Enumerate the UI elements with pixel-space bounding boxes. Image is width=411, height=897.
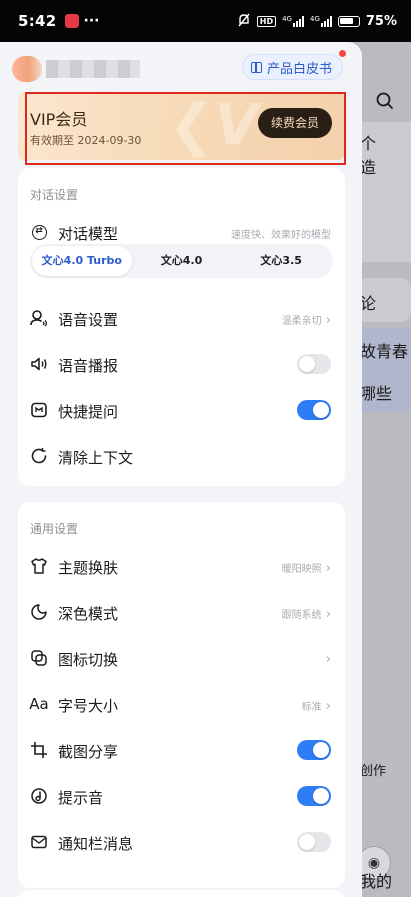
quick-question-toggle[interactable] — [297, 400, 331, 420]
app-icon-switch-icon — [30, 649, 48, 667]
model-selector: 文心4.0 Turbo 文心4.0 文心3.5 — [30, 244, 333, 278]
dark-mode-row[interactable]: 深色模式 跟随系统 — [18, 590, 345, 636]
voice-person-icon — [30, 309, 48, 327]
sound-icon — [30, 787, 48, 805]
row-value: 暖阳映照 — [282, 560, 331, 576]
mute-icon — [237, 13, 251, 30]
model-icon: ⇄ — [30, 223, 48, 241]
row-value: 跟随系统 — [282, 606, 331, 622]
row-value: 温柔亲切 — [282, 312, 331, 328]
row-label: 清除上下文 — [58, 449, 134, 467]
more-notifications-icon: ··· — [83, 13, 100, 29]
refresh-icon — [30, 447, 48, 465]
row-label: 语音设置 — [58, 311, 119, 329]
status-time: 5:42 — [18, 12, 57, 30]
model-option-4-0[interactable]: 文心4.0 — [132, 246, 232, 276]
signal-icon-1: 4G — [282, 15, 304, 27]
app-notification-icon — [64, 14, 79, 28]
hd-badge: HD — [256, 15, 277, 27]
next-section — [18, 890, 345, 897]
signal-icon-2: 4G — [310, 15, 332, 27]
profile-row[interactable]: 产品白皮书 — [0, 42, 362, 96]
voice-settings-row[interactable]: 语音设置 温柔亲切 — [18, 296, 345, 342]
battery-icon — [337, 15, 360, 27]
background-text: 论 — [360, 294, 377, 313]
row-label: 深色模式 — [58, 605, 119, 623]
model-option-turbo[interactable]: 文心4.0 Turbo — [32, 246, 132, 276]
screenshot-share-row: 截图分享 — [18, 728, 345, 774]
voice-broadcast-row: 语音播报 — [18, 342, 345, 388]
status-bar: 5:42 ··· HD 4G 4G 75% — [0, 0, 411, 42]
avatar[interactable] — [12, 56, 42, 82]
row-label: 快捷提问 — [58, 403, 119, 421]
section-title: 对话设置 — [30, 188, 79, 202]
background-text: 哪些 — [360, 384, 393, 403]
crop-icon — [30, 741, 48, 759]
status-indicators: HD 4G 4G 75% — [237, 13, 397, 30]
username-redacted — [46, 60, 140, 78]
notification-dot — [339, 50, 346, 57]
notification-bar-toggle[interactable] — [297, 832, 331, 852]
search-icon[interactable] — [376, 92, 394, 115]
notification-sound-toggle[interactable] — [297, 786, 331, 806]
quick-question-row: 快捷提问 — [18, 388, 345, 434]
row-label: 图标切换 — [58, 651, 119, 669]
model-option-3-5[interactable]: 文心3.5 — [231, 246, 331, 276]
chevron-right-icon — [326, 652, 331, 667]
row-description: 速度快、效果好的模型 — [231, 230, 331, 241]
notification-sound-row: 提示音 — [18, 774, 345, 820]
screenshot-share-toggle[interactable] — [297, 740, 331, 760]
background-text: 造 — [360, 158, 377, 177]
highlight-box — [25, 92, 346, 165]
dialog-settings-section: 对话设置 ⇄ 对话模型 速度快、效果好的模型 文心4.0 Turbo 文心4.0… — [18, 168, 345, 486]
mail-icon — [30, 833, 48, 851]
row-label: 主题换肤 — [58, 559, 119, 577]
section-title: 通用设置 — [30, 522, 79, 536]
notification-bar-row: 通知栏消息 — [18, 820, 345, 866]
font-size-icon: Aa — [29, 695, 49, 713]
row-label: 截图分享 — [58, 743, 119, 761]
row-label: 通知栏消息 — [58, 835, 134, 853]
background-text: 故青春 — [360, 342, 409, 361]
row-value: 标准 — [302, 698, 331, 714]
shirt-icon — [30, 557, 48, 575]
row-label: 对话模型 — [58, 225, 119, 243]
whitepaper-label: 产品白皮书 — [267, 61, 333, 77]
theme-row[interactable]: 主题换肤 暖阳映照 — [18, 544, 345, 590]
whitepaper-button[interactable]: 产品白皮书 — [242, 54, 344, 80]
book-icon — [251, 61, 262, 73]
quick-question-icon — [30, 401, 48, 419]
clear-context-row[interactable]: 清除上下文 — [18, 434, 345, 480]
row-label: 语音播报 — [58, 357, 119, 375]
background-text: 创作 — [360, 764, 387, 779]
settings-drawer: 产品白皮书 ❮V VIP会员 有效期至 2024-09-30 续费会员 对话设置… — [0, 42, 362, 897]
row-label: 提示音 — [58, 789, 104, 807]
general-settings-section: 通用设置 主题换肤 暖阳映照 深色模式 跟随系统 图标切换 Aa 字号大小 — [18, 502, 345, 888]
icon-switch-row[interactable]: 图标切换 — [18, 636, 345, 682]
moon-icon — [30, 603, 48, 621]
voice-broadcast-toggle[interactable] — [297, 354, 331, 374]
background-text: 个 — [360, 134, 377, 153]
row-label: 字号大小 — [58, 697, 119, 715]
background-text: 我的 — [360, 872, 393, 891]
speaker-icon — [30, 355, 48, 373]
battery-level: 75% — [365, 13, 397, 29]
font-size-row[interactable]: Aa 字号大小 标准 — [18, 682, 345, 728]
